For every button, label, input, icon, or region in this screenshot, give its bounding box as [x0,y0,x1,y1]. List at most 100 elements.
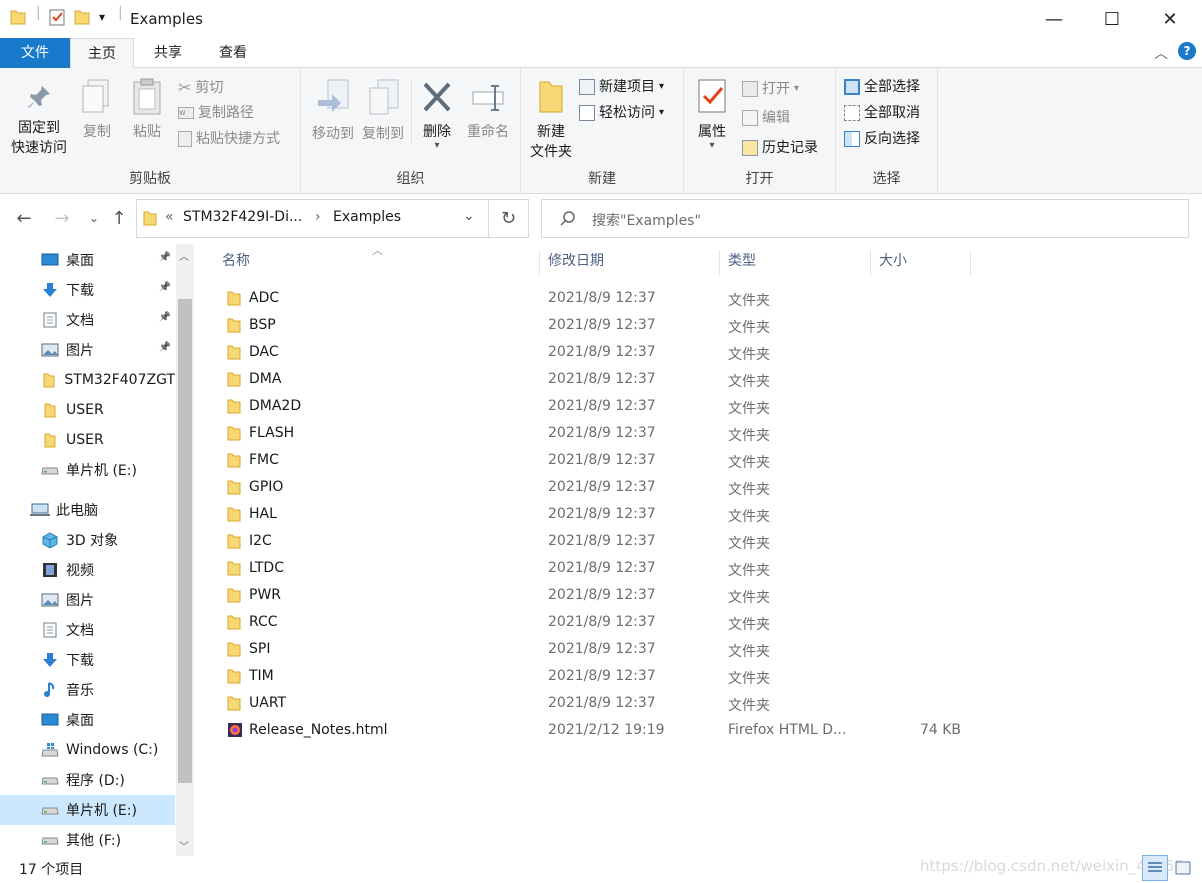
file-row[interactable]: SPI 2021/8/9 12:37 文件夹 [220,637,980,664]
nav-item[interactable]: 桌面 [0,705,175,735]
new-folder-button[interactable]: 新建 文件夹 [523,76,579,162]
file-row[interactable]: ADC 2021/8/9 12:37 文件夹 [220,286,980,313]
scissors-icon: ✂ [178,78,192,97]
file-row[interactable]: HAL 2021/8/9 12:37 文件夹 [220,502,980,529]
nav-item[interactable]: 3D 对象 [0,525,175,555]
breadcrumb-item[interactable]: STM32F429I-Di... [183,209,302,225]
invert-selection-button[interactable]: 反向选择 [844,127,920,151]
nav-item[interactable]: 音乐 [0,675,175,705]
nav-item[interactable]: USER [0,425,175,455]
select-none-button[interactable]: 全部取消 [844,101,920,125]
file-type: 文件夹 [728,698,770,714]
large-icons-view-icon[interactable] [1170,855,1196,881]
nav-item[interactable]: 视频 [0,555,175,585]
address-dropdown-icon[interactable]: ⌄ [463,208,475,224]
nav-item[interactable]: 此电脑 [0,495,175,525]
file-name: PWR [249,587,282,603]
nav-item-label: USER [66,402,104,418]
nav-pane-scrollbar[interactable]: ︿ ﹀ [176,244,194,856]
details-view-icon[interactable] [1142,855,1168,881]
back-arrow-icon[interactable]: ← [12,206,36,230]
nav-item[interactable]: 文档 [0,615,175,645]
tab-view[interactable]: 查看 [200,38,266,68]
collapse-ribbon-icon[interactable]: ︿ [1154,43,1168,63]
nav-item[interactable]: 桌面 📌 [0,245,175,275]
file-row[interactable]: DMA2D 2021/8/9 12:37 文件夹 [220,394,980,421]
nav-item[interactable]: 文档 📌 [0,305,175,335]
scrollbar-thumb[interactable] [178,299,192,783]
nav-item[interactable]: Windows (C:) [0,735,175,765]
file-row[interactable]: PWR 2021/8/9 12:37 文件夹 [220,583,980,610]
nav-item[interactable]: 单片机 (E:) [0,455,175,485]
refresh-icon[interactable]: ↻ [489,199,529,238]
file-row[interactable]: LTDC 2021/8/9 12:37 文件夹 [220,556,980,583]
file-row[interactable]: I2C 2021/8/9 12:37 文件夹 [220,529,980,556]
copy-to-button[interactable]: 复制到 [355,78,411,144]
nav-item[interactable]: 单片机 (E:) [0,795,175,825]
file-type: 文件夹 [728,509,770,525]
nav-item[interactable]: STM32F407ZGT [0,365,175,395]
up-arrow-icon[interactable]: ↑ [107,206,131,230]
column-header-type[interactable]: 类型 [720,250,871,276]
address-bar[interactable]: « STM32F429I-Di... › Examples ⌄ [136,199,489,238]
rename-button[interactable]: 重命名 [461,78,515,142]
maximize-button[interactable]: ☐ [1089,0,1135,38]
file-row[interactable]: GPIO 2021/8/9 12:37 文件夹 [220,475,980,502]
new-item-button[interactable]: 新建项目 ▾ [579,75,664,99]
properties-icon[interactable] [48,8,66,30]
file-row[interactable]: UART 2021/8/9 12:37 文件夹 [220,691,980,718]
select-all-button[interactable]: 全部选择 [844,75,920,99]
customize-toolbar-icon[interactable]: ▾ [99,10,105,24]
file-row[interactable]: BSP 2021/8/9 12:37 文件夹 [220,313,980,340]
file-row[interactable]: FLASH 2021/8/9 12:37 文件夹 [220,421,980,448]
folder-icon [227,344,241,364]
minimize-button[interactable]: — [1031,0,1077,38]
help-icon[interactable]: ? [1178,42,1196,60]
pin-icon [28,86,50,108]
file-row[interactable]: DMA 2021/8/9 12:37 文件夹 [220,367,980,394]
tab-file[interactable]: 文件 [0,38,70,68]
file-row[interactable]: TIM 2021/8/9 12:37 文件夹 [220,664,980,691]
nav-item[interactable]: 其他 (F:) [0,825,175,855]
close-button[interactable]: ✕ [1147,0,1193,38]
open-button[interactable]: 打开 ▾ [742,77,799,101]
recent-locations-icon[interactable]: ⌄ [82,206,106,230]
breadcrumb-separator[interactable]: › [315,209,321,225]
move-to-button[interactable]: 移动到 [305,78,361,144]
new-folder-icon[interactable] [74,8,90,30]
properties-button[interactable]: 属性 ▾ [690,76,734,151]
nav-item[interactable]: 图片 📌 [0,335,175,365]
delete-button[interactable]: 删除 ▾ [417,78,457,151]
file-date: 2021/8/9 12:37 [548,614,656,630]
nav-item[interactable]: 下载 📌 [0,275,175,305]
file-row[interactable]: DAC 2021/8/9 12:37 文件夹 [220,340,980,367]
easy-access-button[interactable]: 轻松访问 ▾ [579,101,664,125]
paste-button[interactable]: 粘贴 [124,78,170,142]
copy-path-button[interactable]: w 复制路径 [178,101,254,125]
scroll-down-icon[interactable]: ﹀ [179,838,189,853]
forward-arrow-icon[interactable]: → [50,206,74,230]
search-input[interactable]: 搜索"Examples" [541,199,1189,238]
tab-share[interactable]: 共享 [136,38,200,68]
nav-item[interactable]: 图片 [0,585,175,615]
file-row[interactable]: FMC 2021/8/9 12:37 文件夹 [220,448,980,475]
copy-button[interactable]: 复制 [74,78,120,142]
paste-shortcut-button[interactable]: 粘贴快捷方式 [178,127,280,151]
breadcrumb-overflow[interactable]: « [165,209,174,225]
edit-button[interactable]: 编辑 [742,106,790,130]
column-header-name[interactable]: 名称 [214,250,540,276]
tab-home[interactable]: 主页 [70,38,134,69]
nav-item[interactable]: 程序 (D:) [0,765,175,795]
column-header-size[interactable]: 大小 [871,250,971,276]
move-to-icon [318,79,349,112]
breadcrumb-item[interactable]: Examples [333,209,401,225]
scroll-up-icon[interactable]: ︿ [179,248,189,263]
history-button[interactable]: 历史记录 [742,136,818,160]
cut-button[interactable]: ✂ 剪切 [178,76,223,100]
column-header-date[interactable]: 修改日期 [540,250,720,276]
nav-item[interactable]: 下载 [0,645,175,675]
nav-item[interactable]: USER [0,395,175,425]
pin-quick-access-button[interactable]: 固定到 快速访问 [4,82,74,158]
file-row[interactable]: Release_Notes.html 2021/2/12 19:19 Firefox… [220,718,980,745]
file-row[interactable]: RCC 2021/8/9 12:37 文件夹 [220,610,980,637]
